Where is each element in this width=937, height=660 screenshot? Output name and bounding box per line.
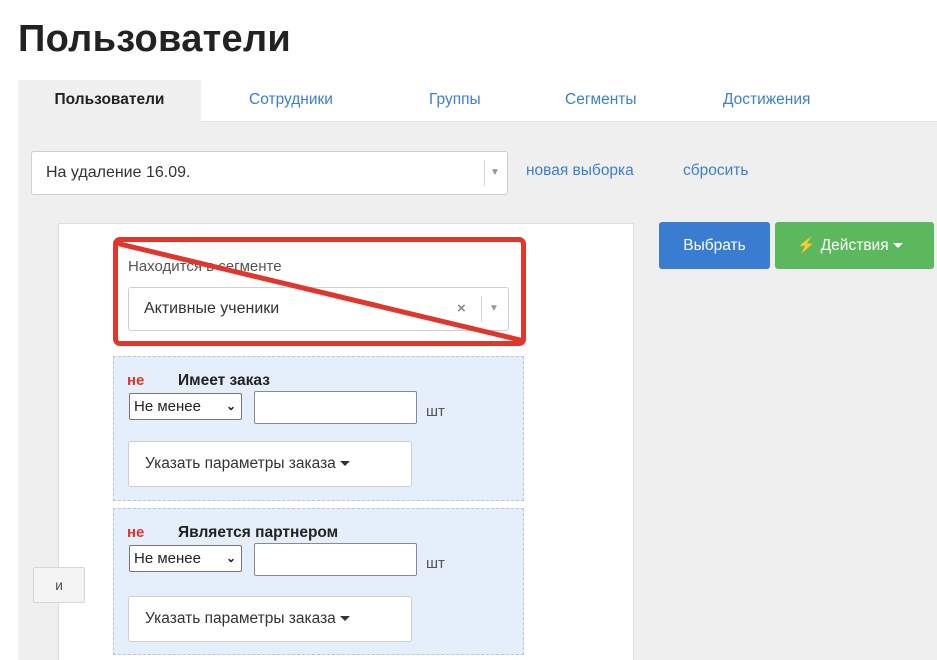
unit-label: шт xyxy=(426,555,445,572)
negation-badge[interactable]: не xyxy=(127,372,144,389)
tab-segments[interactable]: Сегменты xyxy=(565,80,637,122)
tab-employees[interactable]: Сотрудники xyxy=(249,80,333,122)
select-button[interactable]: Выбрать xyxy=(659,222,770,269)
negation-badge[interactable]: не xyxy=(127,524,144,541)
chevron-down-icon: ⌄ xyxy=(225,551,236,565)
tab-achievements[interactable]: Достижения xyxy=(723,80,810,122)
and-operator-button[interactable]: и xyxy=(33,567,85,603)
comparator-value: Не менее xyxy=(134,398,201,415)
order-params-button[interactable]: Указать параметры заказа xyxy=(128,596,412,642)
order-params-button[interactable]: Указать параметры заказа xyxy=(128,441,412,487)
chevron-down-icon: ⌄ xyxy=(225,399,236,413)
comparator-select[interactable]: Не менее ⌄ xyxy=(129,545,242,572)
tab-groups[interactable]: Группы xyxy=(429,80,481,122)
condition-is-partner: не Является партнером Не менее ⌄ шт Указ… xyxy=(113,508,524,655)
caret-down-icon xyxy=(339,616,350,622)
annotation-frame xyxy=(113,237,526,346)
new-selection-link[interactable]: новая выборка xyxy=(526,162,634,180)
condition-has-order: не Имеет заказ Не менее ⌄ шт Указать пар… xyxy=(113,356,524,501)
tab-users[interactable]: Пользователи xyxy=(18,80,201,122)
page-title: Пользователи xyxy=(18,18,292,60)
dropdown-divider xyxy=(484,160,485,186)
quantity-input[interactable] xyxy=(254,543,417,576)
actions-dropdown-button[interactable]: ⚡ Действия xyxy=(775,222,934,269)
reset-link[interactable]: сбросить xyxy=(683,162,748,180)
order-params-label: Указать параметры заказа xyxy=(145,610,336,627)
comparator-value: Не менее xyxy=(134,550,201,567)
tab-bar: Пользователи Сотрудники Группы Сегменты … xyxy=(18,80,937,122)
condition-title: Имеет заказ xyxy=(178,372,270,389)
actions-label: Действия xyxy=(820,237,889,254)
comparator-select[interactable]: Не менее ⌄ xyxy=(129,393,242,420)
condition-title: Является партнером xyxy=(178,524,339,541)
unit-label: шт xyxy=(426,403,445,420)
caret-down-icon xyxy=(339,461,350,467)
bolt-icon: ⚡ xyxy=(797,237,816,254)
selection-dropdown[interactable]: На удаление 16.09. ▼ xyxy=(31,151,508,195)
quantity-input[interactable] xyxy=(254,391,417,424)
order-params-label: Указать параметры заказа xyxy=(145,455,336,472)
caret-down-icon xyxy=(892,243,903,249)
selection-value: На удаление 16.09. xyxy=(46,164,191,181)
chevron-down-icon[interactable]: ▼ xyxy=(490,152,500,194)
